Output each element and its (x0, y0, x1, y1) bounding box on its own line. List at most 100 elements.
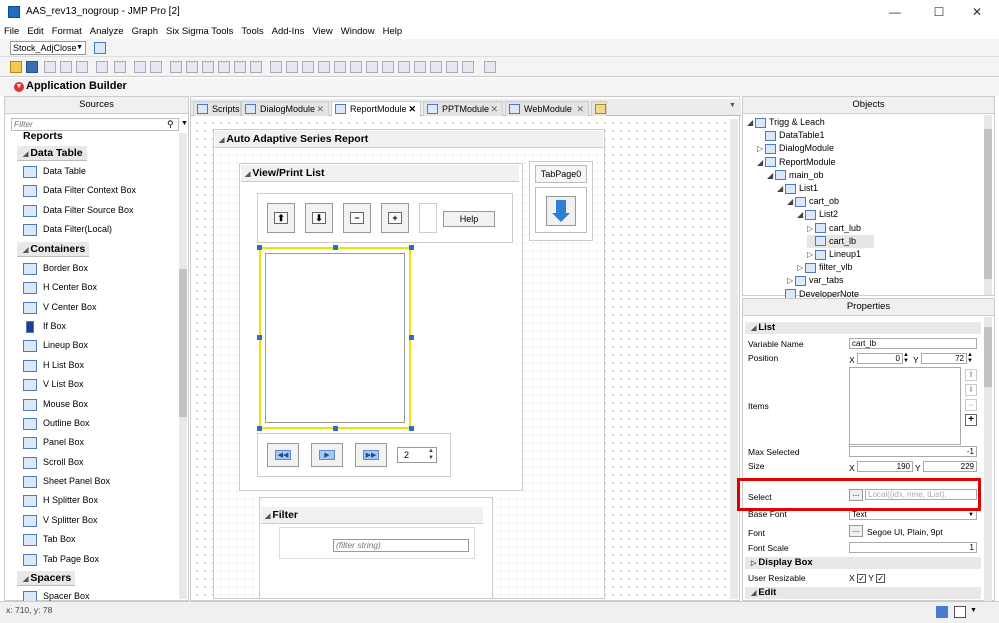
page-number-input[interactable]: 2 ▲ ▼ (397, 447, 437, 463)
tree-node[interactable]: ▷ var_tabs (787, 274, 844, 287)
tree-node[interactable]: ▷ DialogModule (757, 142, 834, 155)
layout-icon-1[interactable] (134, 61, 146, 73)
resize-handle[interactable] (333, 426, 338, 431)
menu-graph[interactable]: Graph (128, 24, 162, 37)
copy-icon[interactable] (60, 61, 72, 73)
tab-ppt-module[interactable]: PPTModule ✕ (423, 101, 503, 116)
move-up-button[interactable]: ⬆ (267, 203, 295, 233)
resize-handle[interactable] (257, 335, 262, 340)
spacers-section[interactable]: ◢ Spacers (17, 571, 76, 586)
last-page-button[interactable]: ▶▶ (355, 443, 387, 467)
position-y-field[interactable]: 72 (921, 353, 967, 364)
tab-overflow-chevron-icon[interactable]: ▼ (729, 102, 736, 109)
spacer-box[interactable] (419, 203, 437, 233)
items-list[interactable] (849, 367, 961, 445)
wrench-icon[interactable] (114, 61, 126, 73)
tree-node[interactable]: DataTable1 (757, 129, 825, 142)
source-item-mouse-box[interactable]: Mouse Box (23, 397, 88, 412)
canvas-scrollbar[interactable] (730, 119, 738, 599)
source-item-data-filter-source-box[interactable]: Data Filter Source Box (23, 203, 134, 218)
tree-node[interactable]: ▷ filter_vlb (797, 261, 853, 274)
source-item-h-center-box[interactable]: H Center Box (23, 280, 97, 295)
properties-scrollbar[interactable] (984, 317, 992, 601)
run-script-icon[interactable] (484, 61, 496, 73)
containers-section[interactable]: ◢ Containers (17, 242, 90, 257)
spacing-icon-8[interactable] (462, 61, 474, 73)
spacing-icon-5[interactable] (414, 61, 426, 73)
add-button[interactable]: + (381, 203, 409, 233)
sources-scrollbar-thumb[interactable] (179, 269, 187, 417)
tab-web-module[interactable]: WebModule ✕ (505, 101, 589, 116)
red-triangle-menu-icon[interactable]: ▼ (14, 82, 24, 92)
menu-file[interactable]: File (0, 24, 23, 37)
download-button[interactable] (546, 196, 576, 226)
tree-node[interactable]: cart_lb (807, 234, 875, 248)
source-item-panel-box[interactable]: Panel Box (23, 435, 84, 450)
resize-handle[interactable] (333, 245, 338, 250)
spacing-icon-1[interactable] (350, 61, 362, 73)
save-icon[interactable] (26, 61, 38, 73)
tree-node[interactable]: ◢ List2 (797, 208, 838, 221)
menu-tools[interactable]: Tools (237, 24, 267, 37)
cart-list-box[interactable] (265, 253, 405, 423)
resize-handle[interactable] (257, 245, 262, 250)
spacing-icon-6[interactable] (430, 61, 442, 73)
tree-expander-icon[interactable]: ◢ (777, 182, 785, 195)
menu-window[interactable]: Window (337, 24, 379, 37)
align-middle-icon[interactable] (234, 61, 246, 73)
size-y-field[interactable]: 229 (923, 461, 977, 472)
filter-outline-title[interactable]: ◢ Filter (261, 507, 483, 524)
chevron-down-icon[interactable]: ▼ (970, 607, 977, 614)
edit-section[interactable]: ◢ Edit (745, 587, 981, 599)
source-item-tab-box[interactable]: Tab Box (23, 532, 76, 547)
spacing-icon-4[interactable] (398, 61, 410, 73)
user-resizable-y-checkbox[interactable]: ✓ (876, 574, 886, 584)
first-page-button[interactable]: ◀◀ (267, 443, 299, 467)
menu-view[interactable]: View (308, 24, 336, 37)
menu-analyze[interactable]: Analyze (86, 24, 128, 37)
source-item-lineup-box[interactable]: Lineup Box (23, 338, 88, 353)
item-add-icon[interactable]: + (965, 414, 977, 426)
data-table-section[interactable]: ◢ Data Table (17, 146, 87, 161)
item-up-icon[interactable]: ⬆ (965, 369, 977, 381)
reports-section[interactable]: Reports (21, 129, 67, 143)
layout-icon-2[interactable] (150, 61, 162, 73)
tree-node[interactable]: ◢ ReportModule (757, 156, 836, 169)
resize-handle[interactable] (409, 245, 414, 250)
distribute-v-icon[interactable] (286, 61, 298, 73)
objects-scrollbar-thumb[interactable] (984, 129, 992, 279)
tab-dialog-module[interactable]: DialogModule ✕ (241, 101, 329, 116)
tree-node[interactable]: ◢ cart_ob (787, 195, 839, 208)
menu-edit[interactable]: Edit (23, 24, 47, 37)
view-print-outline-title[interactable]: ◢ View/Print List (241, 165, 519, 182)
source-item-border-box[interactable]: Border Box (23, 261, 88, 276)
display-box-section[interactable]: ▷ Display Box (745, 557, 981, 569)
menu-six-sigma-tools[interactable]: Six Sigma Tools (162, 24, 237, 37)
source-item-scroll-box[interactable]: Scroll Box (23, 455, 84, 470)
source-item-data-filter-local[interactable]: Data Filter(Local) (23, 222, 112, 237)
objects-scrollbar[interactable] (984, 115, 992, 295)
tree-expander-icon[interactable]: ◢ (797, 208, 805, 221)
source-item-if-box[interactable]: If Box (23, 319, 66, 334)
properties-scrollbar-thumb[interactable] (984, 327, 992, 387)
distribute-h-icon[interactable] (270, 61, 282, 73)
tree-expander-icon[interactable]: ◢ (787, 195, 795, 208)
add-module-tab[interactable] (591, 101, 607, 116)
spacing-icon-7[interactable] (446, 61, 458, 73)
list-section[interactable]: ◢ List (745, 322, 981, 334)
filter-string-input[interactable]: (filter string) (333, 539, 469, 552)
font-scale-field[interactable]: 1 (849, 542, 977, 553)
item-remove-icon[interactable]: − (965, 399, 977, 411)
next-page-button[interactable]: ▶ (311, 443, 343, 467)
open-folder-icon[interactable] (10, 61, 22, 73)
source-item-tab-page-box[interactable]: Tab Page Box (23, 552, 99, 567)
tree-node[interactable]: ◢ List1 (777, 182, 818, 195)
same-size-icon[interactable] (334, 61, 346, 73)
position-x-spinner-icon[interactable]: ▲ ▼ (903, 352, 909, 364)
paste-icon[interactable] (76, 61, 88, 73)
design-canvas[interactable]: ◢ Auto Adaptive Series Report ◢ View/Pri… (193, 119, 728, 599)
search-icon[interactable]: ⚲ (167, 119, 174, 130)
align-center-icon[interactable] (186, 61, 198, 73)
same-width-icon[interactable] (302, 61, 314, 73)
font-ellipsis-button[interactable]: ... (849, 525, 863, 537)
